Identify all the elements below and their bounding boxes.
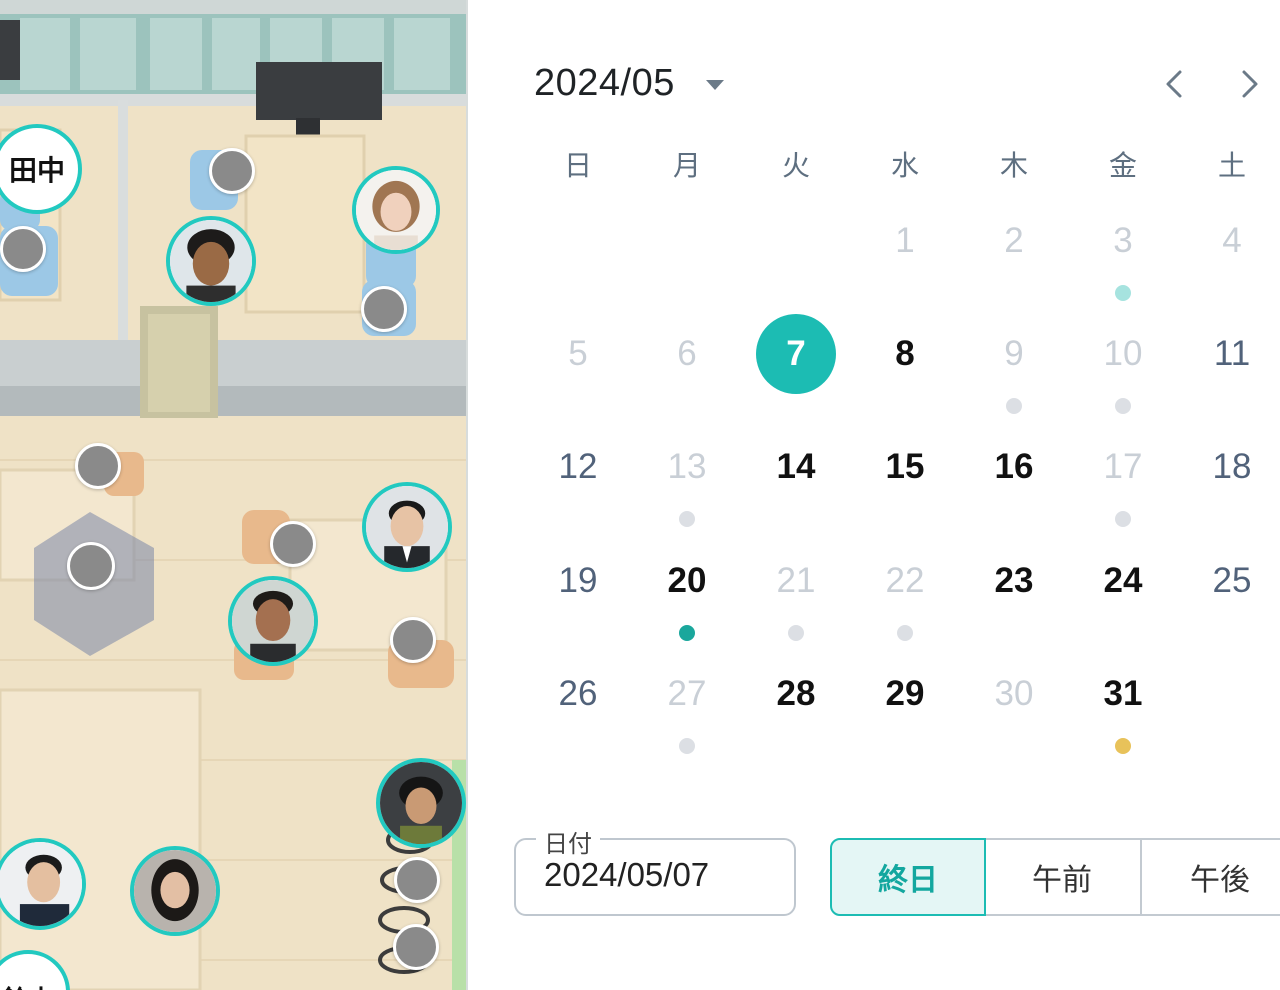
booking-indicator-dot — [1115, 398, 1131, 414]
avatar-woman-long-hair[interactable] — [130, 846, 220, 936]
segment-all-day[interactable]: 終日 — [830, 838, 986, 916]
time-of-day-selector: 終日 午前 午後 — [830, 838, 1280, 916]
seat-dot[interactable] — [67, 542, 115, 590]
day-cell: 27 — [667, 674, 707, 713]
day-cell[interactable]: 15 — [865, 427, 945, 507]
booking-indicator-dot — [788, 625, 804, 641]
calendar-panel: 2024/05 日月火水木金土 1 2 3 4 5 6 7 8 9 10 11 12 13 14 15 16 1… — [470, 0, 1280, 990]
date-field-label: 日付 — [536, 824, 600, 859]
weekday-label: 水 — [890, 149, 919, 182]
day-cell: 10 — [1103, 334, 1143, 373]
month-selector[interactable]: 2024/05 — [534, 62, 675, 105]
day-cell: 5 — [568, 334, 588, 373]
segment-morning[interactable]: 午前 — [984, 838, 1142, 916]
booking-indicator-dot — [1115, 511, 1131, 527]
day-cell: 13 — [667, 447, 707, 486]
chevron-left-icon — [1166, 70, 1182, 98]
weekday-label: 金 — [1108, 149, 1137, 182]
next-month-button[interactable] — [1228, 64, 1268, 104]
day-cell: 4 — [1222, 221, 1242, 260]
booking-indicator-dot — [679, 738, 695, 754]
booking-indicator-dot — [1115, 285, 1131, 301]
avatar-suzuki-label: 鈴木 — [2, 980, 54, 990]
segment-afternoon[interactable]: 午後 — [1140, 838, 1280, 916]
seat-dot[interactable] — [393, 924, 439, 970]
booking-indicator-dot — [679, 511, 695, 527]
seat-dot[interactable] — [390, 617, 436, 663]
day-cell[interactable]: 8 — [865, 314, 945, 394]
day-cell: 3 — [1113, 221, 1133, 260]
day-cell: 2 — [1004, 221, 1024, 260]
day-cell[interactable]: 31 — [1083, 654, 1163, 734]
seat-dot[interactable] — [361, 286, 407, 332]
day-cell: 30 — [994, 674, 1034, 713]
weekday-label: 日 — [563, 149, 592, 182]
booking-indicator-dot — [1006, 398, 1022, 414]
panel-divider — [466, 0, 468, 990]
day-cell[interactable]: 18 — [1192, 427, 1272, 507]
floor-map[interactable]: 田中 鈴木 — [0, 0, 468, 990]
user-photo — [232, 580, 314, 662]
avatar-man-dark-shirt[interactable] — [228, 576, 318, 666]
avatar-tanaka-label: 田中 — [8, 154, 65, 187]
avatar-man-suit-glasses[interactable] — [362, 482, 452, 572]
day-cell[interactable]: 26 — [538, 654, 618, 734]
day-cell: 17 — [1103, 447, 1143, 486]
day-cell-selected[interactable]: 7 — [756, 314, 836, 394]
avatar-man-suit-smiling[interactable] — [0, 838, 86, 930]
booking-indicator-dot — [1115, 738, 1131, 754]
day-cell[interactable]: 16 — [974, 427, 1054, 507]
day-cell: 1 — [895, 221, 915, 260]
user-photo — [380, 762, 462, 844]
booking-indicator-dot — [897, 625, 913, 641]
user-photo — [134, 850, 216, 932]
day-cell: 22 — [885, 561, 925, 600]
weekday-label: 土 — [1217, 149, 1246, 182]
day-cell[interactable]: 23 — [974, 541, 1054, 621]
user-photo — [0, 842, 82, 926]
day-cell[interactable]: 12 — [538, 427, 618, 507]
seat-dot[interactable] — [209, 148, 255, 194]
day-cell[interactable]: 19 — [538, 541, 618, 621]
seat-dot[interactable] — [270, 521, 316, 567]
seat-dot[interactable] — [0, 226, 46, 272]
day-cell: 6 — [677, 334, 697, 373]
day-cell[interactable]: 25 — [1192, 541, 1272, 621]
weekday-label: 木 — [999, 149, 1028, 182]
day-cell[interactable]: 14 — [756, 427, 836, 507]
avatar-man-curly-hair[interactable] — [166, 216, 256, 306]
avatar-woman-bob-hair[interactable] — [352, 166, 440, 254]
avatar-man-headphones[interactable] — [376, 758, 466, 848]
date-field-value[interactable]: 2024/05/07 — [544, 856, 709, 894]
day-cell[interactable]: 29 — [865, 654, 945, 734]
day-cell[interactable]: 28 — [756, 654, 836, 734]
booking-indicator-dot — [679, 625, 695, 641]
chevron-right-icon — [1242, 70, 1258, 98]
user-photo — [366, 486, 448, 568]
day-cell[interactable]: 20 — [647, 541, 727, 621]
weekday-label: 火 — [781, 149, 810, 182]
prev-month-button[interactable] — [1156, 64, 1196, 104]
day-cell[interactable]: 24 — [1083, 541, 1163, 621]
day-cell: 9 — [1004, 334, 1024, 373]
weekday-label: 月 — [672, 149, 701, 182]
day-cell[interactable]: 11 — [1192, 314, 1272, 394]
seat-dot[interactable] — [75, 443, 121, 489]
day-cell: 21 — [776, 561, 816, 600]
caret-down-icon[interactable] — [706, 80, 724, 90]
user-photo — [170, 220, 252, 302]
user-photo — [356, 170, 436, 250]
seat-dot[interactable] — [394, 857, 440, 903]
